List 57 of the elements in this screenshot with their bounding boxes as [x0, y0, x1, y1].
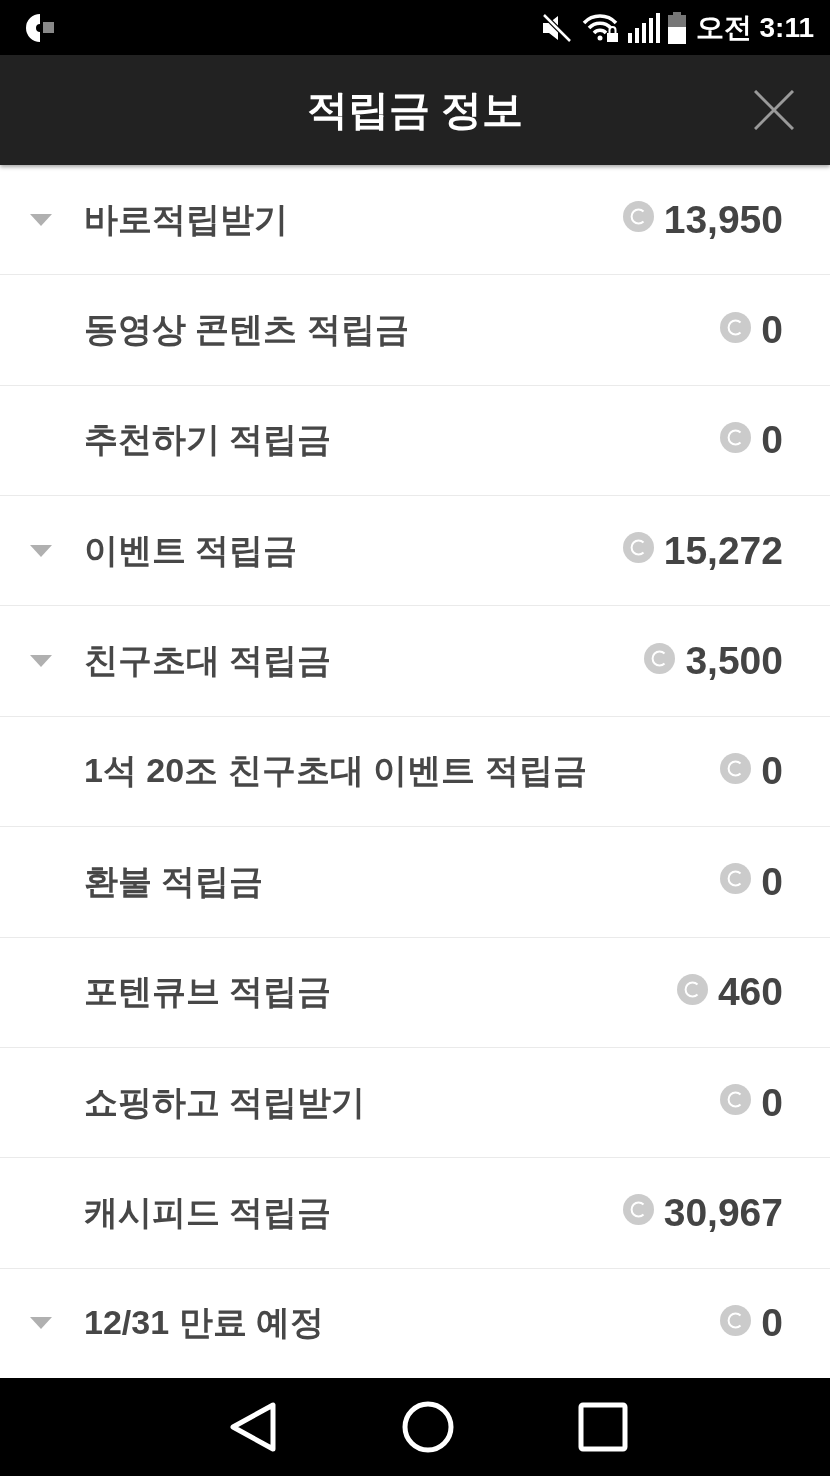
recents-icon[interactable]	[577, 1402, 628, 1452]
reward-label: 동영상 콘텐츠 적립금	[84, 309, 410, 351]
reward-amount: 15,272	[663, 528, 783, 573]
reward-amount: 0	[761, 1080, 783, 1125]
coin-icon	[720, 1304, 752, 1336]
reward-label: 바로적립받기	[84, 198, 289, 240]
coin-icon	[676, 973, 708, 1005]
reward-label: 이벤트 적립금	[84, 529, 299, 571]
coin-icon	[622, 532, 654, 564]
reward-row[interactable]: 추천하기 적립금 0	[0, 385, 830, 497]
caret-icon	[30, 1317, 52, 1330]
battery-icon	[667, 11, 686, 44]
reward-label: 1석 20조 친구초대 이벤트 적립금	[84, 750, 588, 792]
reward-row[interactable]: 친구초대 적립금 3,500	[0, 606, 830, 717]
reward-amount: 0	[761, 1301, 783, 1346]
reward-row[interactable]: 1석 20조 친구초대 이벤트 적립금 0	[0, 716, 830, 828]
coin-icon	[622, 1194, 654, 1226]
back-icon[interactable]	[228, 1402, 277, 1452]
reward-label: 친구초대 적립금	[84, 640, 333, 682]
reward-row[interactable]: 12/31 만료 예정 0	[0, 1268, 830, 1378]
caret-icon	[30, 655, 52, 668]
reward-amount: 30,967	[663, 1190, 783, 1235]
reward-amount: 3,500	[685, 639, 783, 684]
reward-amount: 0	[761, 859, 783, 904]
close-icon[interactable]	[754, 90, 794, 130]
reward-label: 환불 적립금	[84, 860, 265, 902]
reward-label: 캐시피드 적립금	[84, 1191, 333, 1233]
reward-amount: 0	[761, 308, 783, 353]
reward-amount: 460	[717, 970, 783, 1015]
reward-row[interactable]: 포텐큐브 적립금 460	[0, 937, 830, 1048]
page-title: 적립금 정보	[306, 85, 524, 135]
reward-label: 쇼핑하고 적립받기	[84, 1081, 367, 1123]
coin-icon	[622, 201, 654, 233]
reward-row[interactable]: 환불 적립금 0	[0, 827, 830, 938]
coin-icon	[644, 642, 676, 674]
reward-label: 12/31 만료 예정	[84, 1302, 325, 1344]
coin-icon	[720, 421, 752, 453]
reward-row[interactable]: 바로적립받기 13,950	[0, 165, 830, 276]
reward-row[interactable]: 이벤트 적립금 15,272	[0, 496, 830, 607]
status-time: 오전 3:11	[695, 10, 814, 45]
home-icon[interactable]	[401, 1401, 454, 1453]
reward-amount: 0	[761, 749, 783, 794]
caret-icon	[30, 213, 52, 226]
reward-amount: 13,950	[663, 197, 783, 242]
wifi-lock-icon	[581, 12, 620, 43]
coin-icon	[720, 311, 752, 343]
reward-row[interactable]: 캐시피드 적립금 30,967	[0, 1158, 830, 1269]
coin-icon	[720, 1084, 752, 1116]
signal-icon	[627, 12, 660, 43]
caret-icon	[30, 544, 52, 557]
reward-label: 추천하기 적립금	[84, 419, 333, 461]
reward-label: 포텐큐브 적립금	[84, 971, 333, 1013]
reward-amount: 0	[761, 418, 783, 463]
coin-icon	[720, 863, 752, 895]
coin-icon	[720, 752, 752, 784]
reward-row[interactable]: 쇼핑하고 적립받기 0	[0, 1047, 830, 1159]
reward-row[interactable]: 동영상 콘텐츠 적립금 0	[0, 275, 830, 386]
